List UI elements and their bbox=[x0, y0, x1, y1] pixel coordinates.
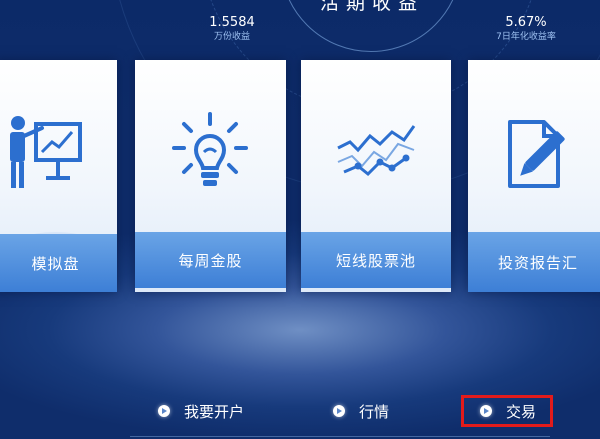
stat-seven-day-yield: 5.67% 7日年化收益率 bbox=[494, 15, 558, 43]
trade-button[interactable]: 交易 bbox=[461, 395, 553, 427]
play-icon bbox=[158, 405, 170, 417]
divider bbox=[130, 436, 550, 437]
page-title: 活期收益 bbox=[319, 0, 424, 14]
play-icon bbox=[333, 405, 345, 417]
card-label: 投资报告汇 bbox=[468, 232, 600, 292]
card-investment-reports[interactable]: 投资报告汇 bbox=[468, 60, 600, 292]
app-screen: 活期收益 1.5584 万份收益 5.67% 7日年化收益率 模拟盘 每周金股 … bbox=[0, 0, 600, 439]
stat-label: 7日年化收益率 bbox=[496, 32, 556, 42]
quotes-label: 行情 bbox=[359, 402, 390, 421]
presentation-chart-icon bbox=[10, 116, 82, 188]
stat-label: 万份收益 bbox=[213, 32, 250, 42]
card-simulated-trading[interactable]: 模拟盘 bbox=[0, 60, 117, 292]
line-chart-icon bbox=[337, 125, 416, 177]
stat-ten-thousand-yield: 1.5584 万份收益 bbox=[200, 15, 264, 43]
card-label: 模拟盘 bbox=[0, 234, 117, 292]
open-account-label: 我要开户 bbox=[184, 402, 245, 421]
trade-label: 交易 bbox=[506, 402, 537, 421]
stat-value: 5.67% bbox=[505, 15, 547, 30]
card-short-term-stock-pool[interactable]: 短线股票池 bbox=[301, 60, 451, 292]
open-account-button[interactable]: 我要开户 bbox=[158, 395, 258, 427]
quotes-button[interactable]: 行情 bbox=[333, 395, 403, 427]
stat-value: 1.5584 bbox=[209, 15, 255, 30]
card-label: 短线股票池 bbox=[301, 232, 451, 288]
lightbulb-icon bbox=[172, 112, 248, 186]
card-weekly-golden-stocks[interactable]: 每周金股 bbox=[135, 60, 286, 292]
card-label: 每周金股 bbox=[135, 232, 286, 288]
play-icon bbox=[480, 405, 492, 417]
document-pen-icon bbox=[508, 120, 565, 188]
